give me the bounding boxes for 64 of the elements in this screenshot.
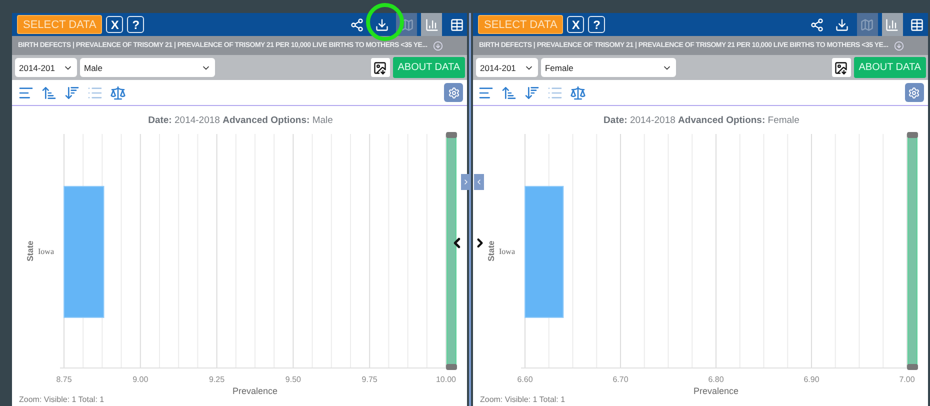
tick-label: 9.00 <box>132 375 148 384</box>
bars-icon <box>478 84 494 100</box>
zoom-status: Zoom: Visible: 1 Total: 1 <box>19 395 104 404</box>
download-icon <box>835 18 850 32</box>
help-button[interactable]: ? <box>127 16 144 33</box>
option-select[interactable]: Female <box>540 58 676 77</box>
bar-chart-view-button[interactable] <box>882 13 903 36</box>
sort-descending-icon <box>64 84 80 100</box>
list-icon <box>86 84 102 100</box>
map-icon <box>400 18 414 32</box>
share-icon <box>810 18 824 32</box>
settings-icon <box>448 86 460 98</box>
bar-chart-icon <box>885 18 900 32</box>
scale-icon <box>570 84 586 100</box>
tick-label: 9.25 <box>209 375 225 384</box>
tick-label: 9.75 <box>362 375 378 384</box>
expand-icon[interactable] <box>433 40 444 50</box>
axis-title: Prevalence <box>693 386 738 395</box>
tick-label: 9.50 <box>285 375 301 384</box>
axis-title: State <box>486 240 496 262</box>
tick-label: 10.00 <box>436 375 456 384</box>
year-select[interactable]: 2014-201 <box>15 58 77 77</box>
chevron-left-icon <box>475 178 483 186</box>
zoom-status: Zoom: Visible: 1 Total: 1 <box>480 395 566 404</box>
scale-icon <box>110 84 126 100</box>
table-icon <box>910 18 924 32</box>
zoom-scrollbar[interactable] <box>906 132 918 370</box>
close-button[interactable]: X <box>106 16 124 33</box>
tick-label: 6.90 <box>804 375 820 384</box>
expand-icon[interactable] <box>894 40 904 50</box>
export-image-button[interactable] <box>832 58 851 77</box>
download-icon <box>374 18 388 32</box>
zoom-scrollbar[interactable] <box>446 132 457 370</box>
bar-chart-icon <box>424 18 438 32</box>
tick-label: 6.60 <box>517 375 533 384</box>
category-label: Iowa <box>38 247 54 256</box>
sort-ascending-icon <box>501 84 518 100</box>
tick-label: 7.00 <box>899 375 915 384</box>
chevron-right-icon <box>462 178 470 186</box>
list-icon <box>547 84 564 100</box>
axis-title: State <box>25 240 35 262</box>
axis-title: Prevalence <box>232 386 278 395</box>
share-icon <box>350 18 364 32</box>
settings-icon <box>908 86 920 98</box>
image-download-icon <box>834 60 848 74</box>
image-download-icon <box>373 60 388 74</box>
option-select[interactable]: Male <box>80 58 215 77</box>
export-image-button[interactable] <box>370 58 390 77</box>
bars-icon <box>18 84 34 100</box>
category-label: Iowa <box>498 247 515 256</box>
chart-title: Date: 2014-2018 Advanced Options: Male <box>148 115 333 126</box>
year-select[interactable]: 2014-201 <box>476 58 538 77</box>
settings-button[interactable] <box>444 83 463 102</box>
chart-title: Date: 2014-2018 Advanced Options: Female <box>604 115 800 126</box>
table-icon <box>450 18 464 32</box>
sort-ascending-icon <box>40 84 56 100</box>
tick-label: 6.70 <box>612 375 628 384</box>
sort-descending-icon <box>524 84 540 100</box>
tick-label: 6.80 <box>708 375 724 384</box>
help-button[interactable]: ? <box>588 16 606 33</box>
tick-label: 8.75 <box>56 375 72 384</box>
settings-button[interactable] <box>904 83 924 102</box>
close-button[interactable]: X <box>567 16 584 33</box>
map-icon <box>860 18 874 32</box>
